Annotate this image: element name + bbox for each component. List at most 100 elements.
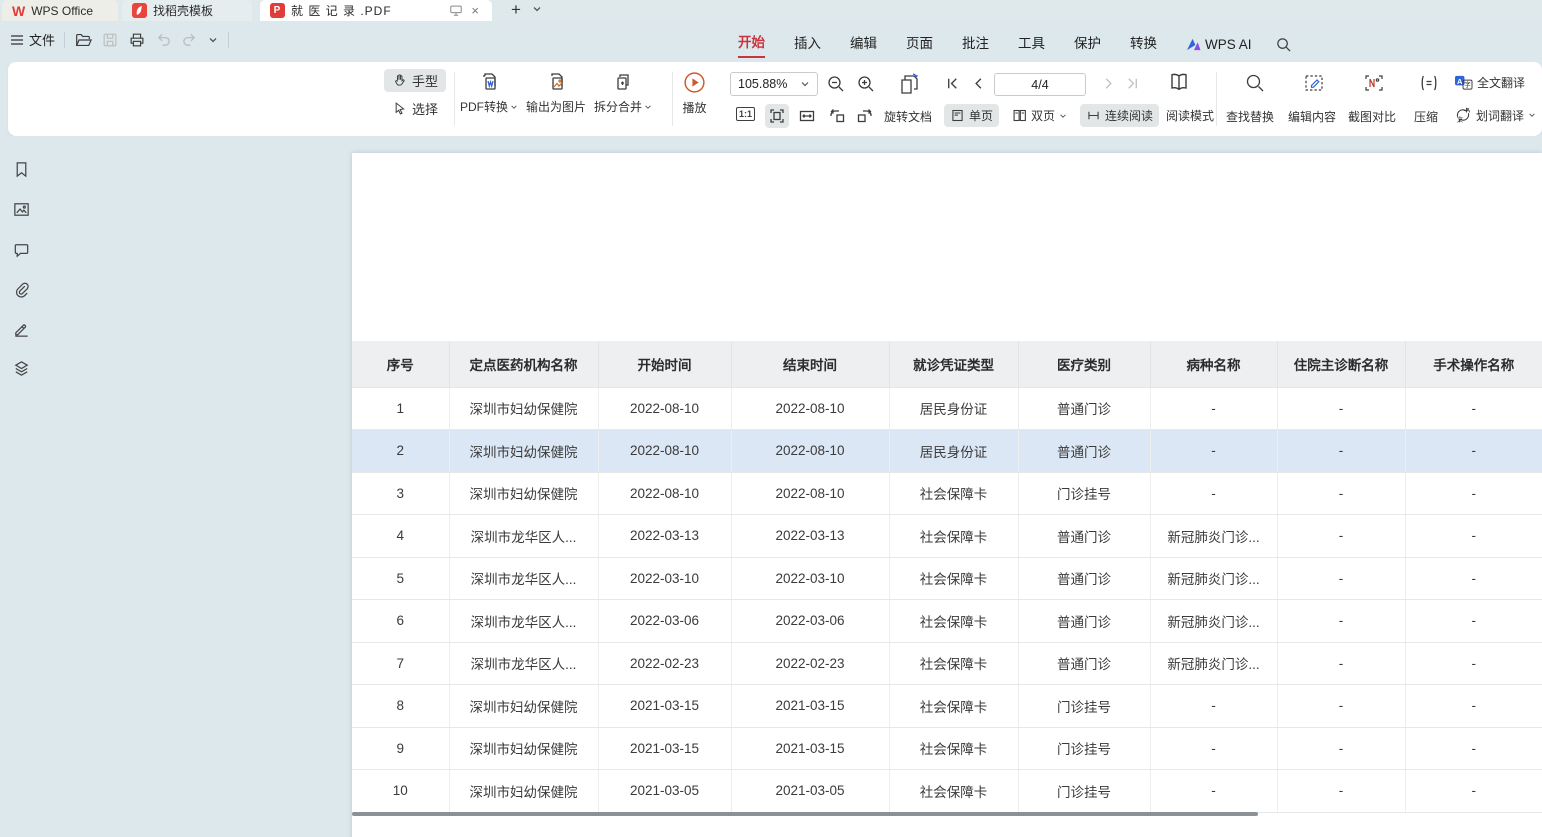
table-cell: - [1150,387,1277,430]
page-number-input[interactable] [994,73,1086,96]
read-mode-button[interactable]: 阅读模式 [1166,107,1214,124]
menu-tab-wps-ai[interactable]: WPS AI [1186,37,1252,52]
continuous-read-button[interactable]: 连续阅读 [1080,104,1159,127]
file-menu-button[interactable]: 文件 [10,30,55,49]
next-page-icon[interactable] [1100,75,1117,92]
menu-tab-home[interactable]: 开始 [738,31,765,58]
svg-text:A: A [1466,107,1471,114]
menu-tab-comment[interactable]: 批注 [962,32,989,57]
screenshot-compare-button[interactable]: 截图对比 [1348,108,1396,125]
pdf-convert-button[interactable]: PDF转换 [460,70,518,115]
full-translate-button[interactable]: A字 全文翻译 [1454,74,1525,91]
read-mode-icon[interactable] [1166,69,1192,95]
hand-tool-button[interactable]: 手型 [384,69,446,92]
attachment-icon[interactable] [12,280,32,300]
double-page-button[interactable]: 双页 [1006,104,1073,127]
menu-tab-tools[interactable]: 工具 [1018,32,1045,57]
screenshot-compare-icon[interactable] [1362,71,1386,95]
undo-redo-chevron-icon[interactable] [207,34,219,46]
table-cell: 2021-03-15 [598,727,731,770]
comment-panel-icon[interactable] [12,241,32,261]
rotate-left-icon[interactable] [825,104,849,128]
signature-icon[interactable] [12,320,32,340]
menu-search-icon[interactable] [1275,36,1292,53]
table-cell: 2021-03-05 [731,770,889,813]
fit-width-button[interactable] [795,104,819,128]
table-cell: - [1405,515,1542,558]
column-header: 病种名称 [1150,341,1277,387]
rotate-pages-icon[interactable] [896,71,922,97]
play-button[interactable]: 播放 [682,70,707,116]
ribbon-toolbar: 手型 选择 PDF转换 输出为图片 拆分合并 播放 105.88% [8,62,1542,136]
table-cell: 4 [352,515,449,558]
table-cell: 深圳市妇幼保健院 [449,387,598,430]
layers-icon[interactable] [12,359,32,379]
zoom-out-icon[interactable] [826,74,846,94]
last-page-icon[interactable] [1124,75,1141,92]
table-cell: - [1277,600,1405,643]
column-header: 医疗类别 [1018,341,1150,387]
table-cell: 2022-08-10 [731,430,889,473]
pdf-file-icon: P [270,3,285,18]
bookmark-icon[interactable] [12,160,32,180]
close-tab-icon[interactable]: × [469,3,482,18]
tab-label: WPS Office [31,4,93,18]
menu-tab-edit[interactable]: 编辑 [850,32,877,57]
print-icon[interactable] [128,31,146,49]
compress-icon[interactable] [1418,72,1440,94]
menu-tab-insert[interactable]: 插入 [794,32,821,57]
zoom-level-dropdown[interactable]: 105.88% [730,72,818,96]
table-cell: - [1405,770,1542,813]
quick-access-toolbar: 文件 [10,30,229,49]
fit-page-button[interactable] [765,104,789,128]
zoom-level-value: 105.88% [738,77,787,91]
table-row: 3深圳市妇幼保健院2022-08-102022-08-10社会保障卡门诊挂号--… [352,472,1542,515]
chevron-down-icon [1059,112,1067,120]
table-cell: 新冠肺炎门诊... [1150,515,1277,558]
split-merge-button[interactable]: 拆分合并 [594,70,652,115]
table-row: 1深圳市妇幼保健院2022-08-102022-08-10居民身份证普通门诊--… [352,387,1542,430]
find-replace-icon[interactable] [1244,72,1266,94]
open-file-icon[interactable] [74,31,92,49]
edit-content-button[interactable]: 编辑内容 [1288,108,1336,125]
table-cell: 2021-03-05 [598,770,731,813]
menu-tab-page[interactable]: 页面 [906,32,933,57]
svg-text:字: 字 [1464,80,1471,89]
find-replace-button[interactable]: 查找替换 [1226,108,1274,125]
rotate-document-button[interactable]: 旋转文档 [884,108,932,125]
menu-tab-convert[interactable]: 转换 [1130,32,1157,57]
horizontal-scrollbar[interactable] [352,812,1258,816]
table-cell: 普通门诊 [1018,557,1150,600]
rotate-right-icon[interactable] [853,104,877,128]
word-translate-button[interactable]: A文 划词翻译 [1454,106,1536,124]
tab-list-chevron-icon[interactable] [531,3,543,15]
new-tab-button[interactable]: + [506,0,526,20]
present-to-screen-icon[interactable] [449,4,463,17]
save-icon[interactable] [101,31,119,49]
table-cell: 普通门诊 [1018,430,1150,473]
edit-content-icon[interactable] [1302,71,1326,95]
table-cell: 普通门诊 [1018,387,1150,430]
thumbnail-panel-icon[interactable] [12,200,32,220]
previous-page-icon[interactable] [970,75,987,92]
tab-document-active[interactable]: P 就 医 记 录 .PDF × [260,0,492,21]
actual-size-button[interactable]: 1:1 [736,107,755,121]
compress-button[interactable]: 压缩 [1414,108,1438,125]
table-cell: 2022-02-23 [598,642,731,685]
export-as-image-button[interactable]: 输出为图片 [526,70,586,115]
tab-wps-office[interactable]: W WPS Office [2,0,118,21]
zoom-in-icon[interactable] [856,74,876,94]
menu-tab-protect[interactable]: 保护 [1074,32,1101,57]
first-page-icon[interactable] [944,75,961,92]
redo-icon[interactable] [181,31,198,48]
table-row: 6深圳市龙华区人...2022-03-062022-03-06社会保障卡普通门诊… [352,600,1542,643]
table-cell: 新冠肺炎门诊... [1150,600,1277,643]
tab-docer-templates[interactable]: 找稻壳模板 [122,0,252,21]
undo-icon[interactable] [155,31,172,48]
table-cell: - [1405,685,1542,728]
select-tool-button[interactable]: 选择 [384,97,446,120]
table-cell: 社会保障卡 [889,685,1018,728]
table-cell: - [1277,770,1405,813]
chevron-down-icon [644,103,652,111]
single-page-button[interactable]: 单页 [944,104,999,127]
